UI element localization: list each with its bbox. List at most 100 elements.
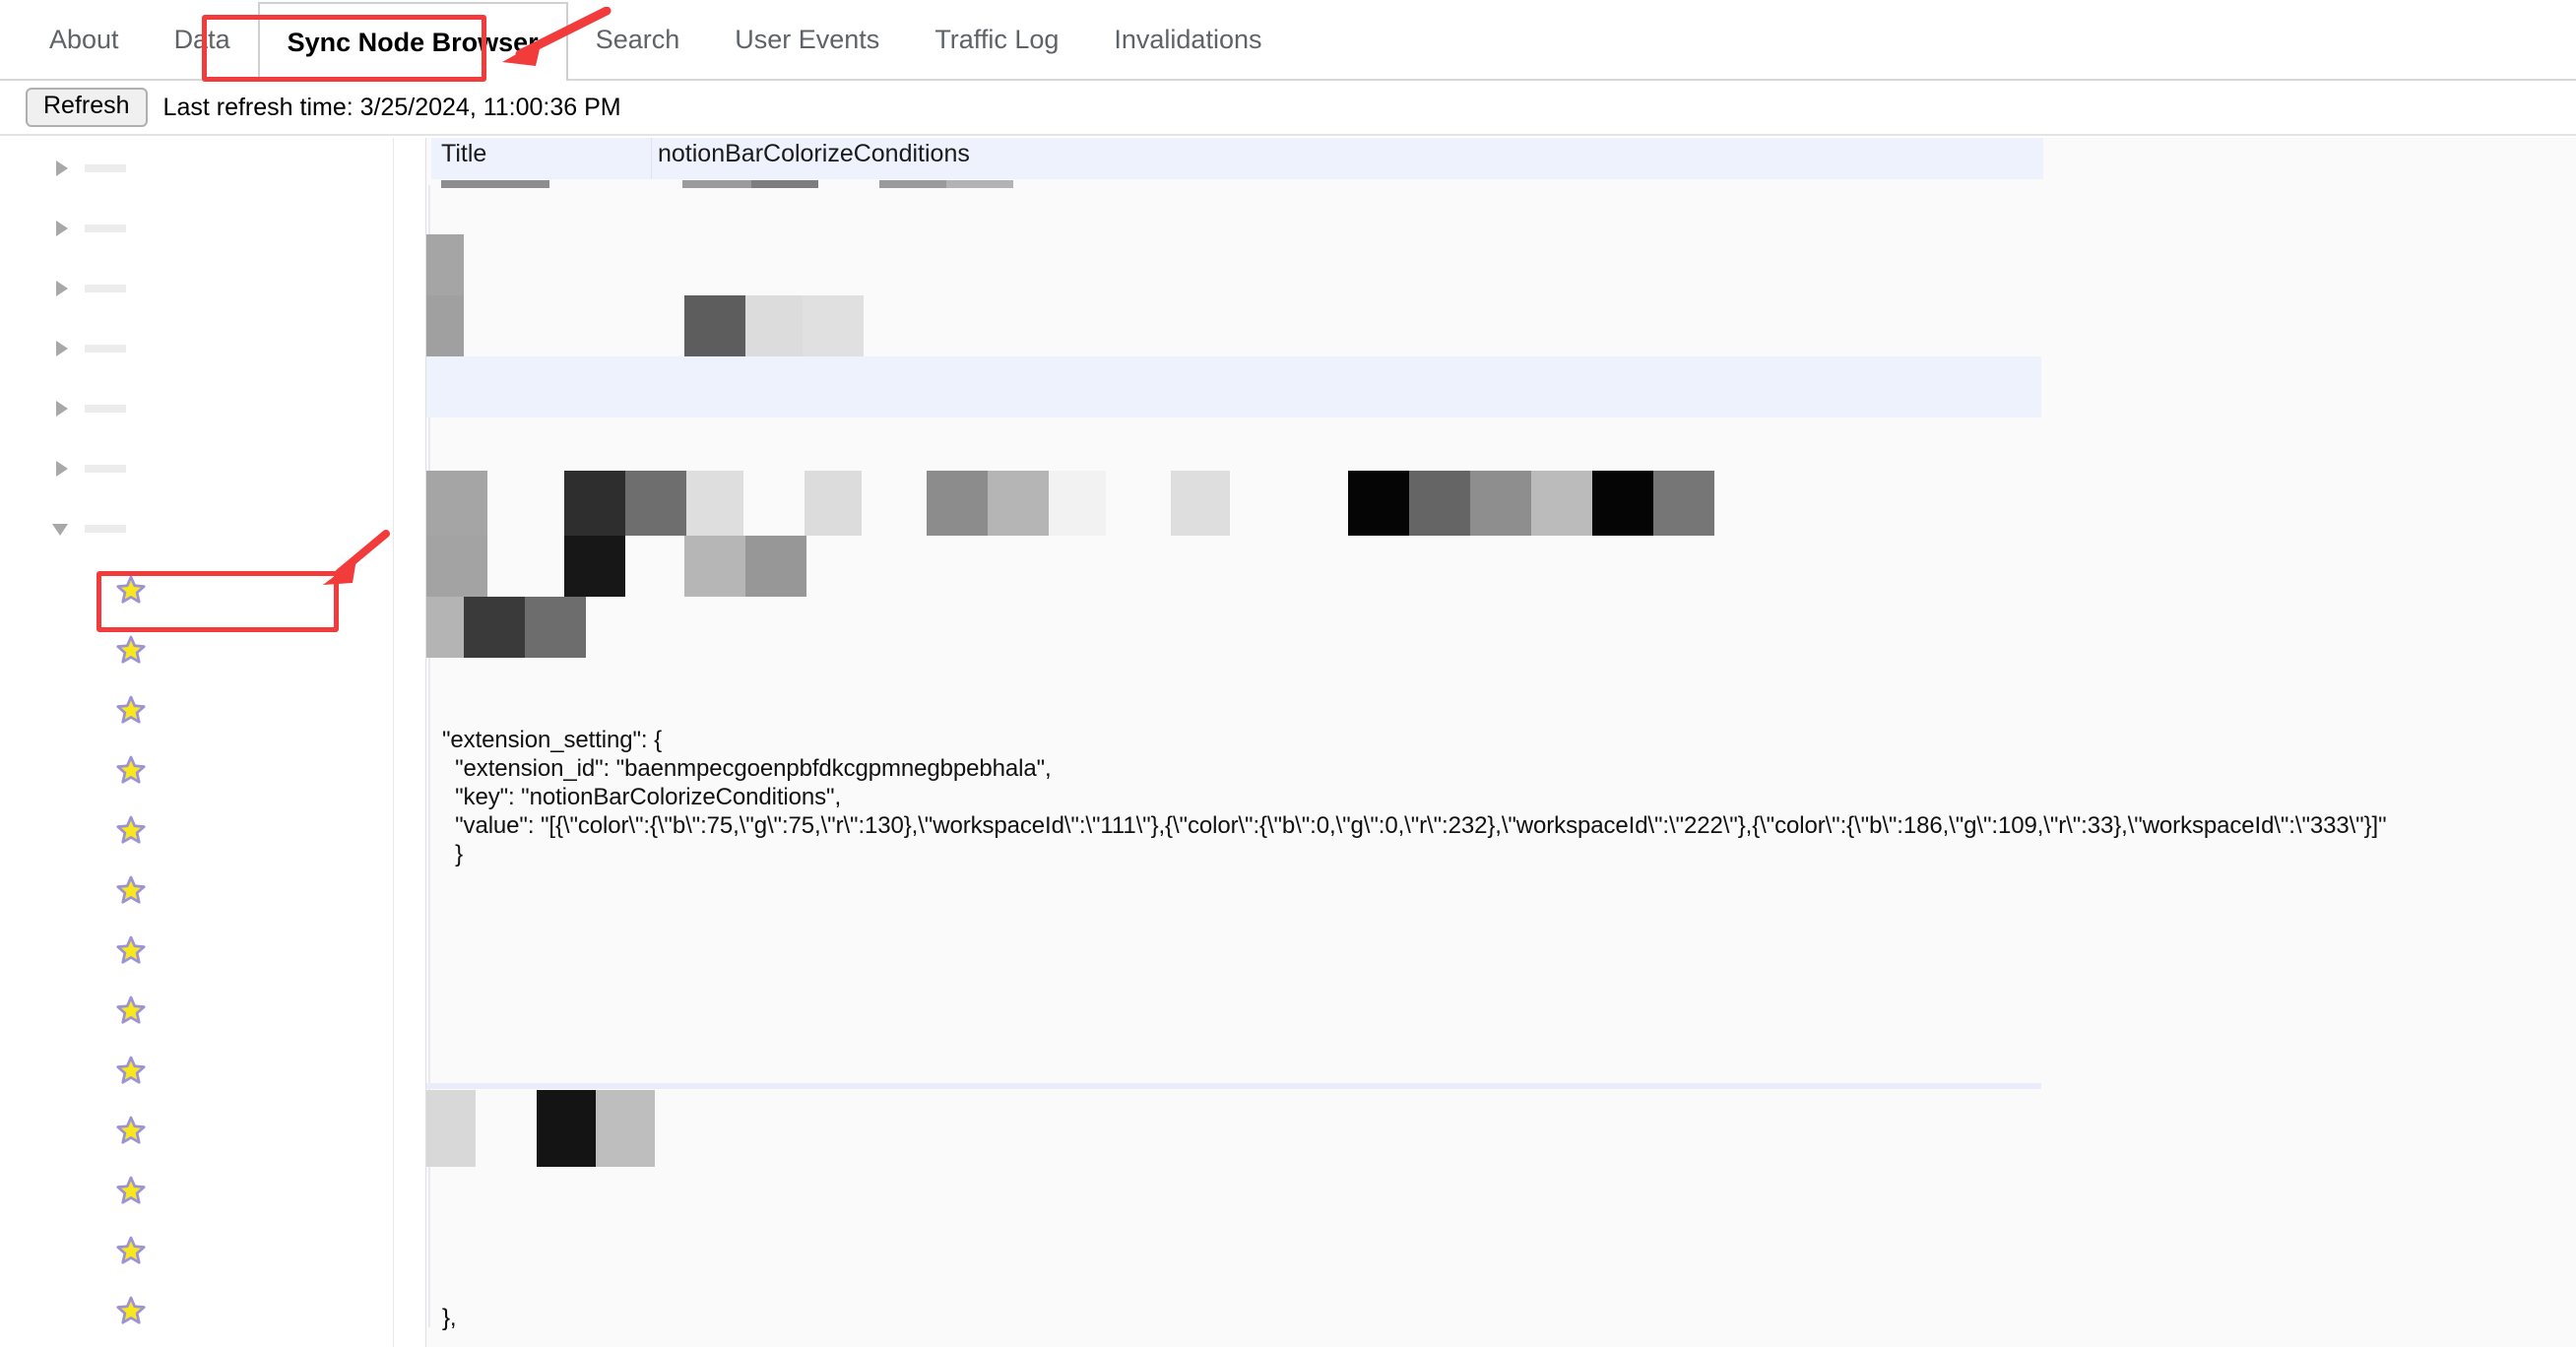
tree-leaf-groups[interactable] (0, 859, 393, 919)
tree-leaf-discardaftersuspend[interactable] (0, 738, 393, 799)
main-split: Title notionBarColorizeConditions "exten… (0, 138, 2576, 1347)
row-band (426, 1083, 2041, 1089)
star-icon (116, 935, 146, 965)
tree-leaf-gsnonag[interactable] (0, 1279, 393, 1339)
redacted-block (1531, 471, 1592, 536)
redacted-block (1171, 471, 1230, 536)
tab-sync-node-browser[interactable]: Sync Node Browser (257, 2, 568, 81)
redacted-block (745, 536, 806, 597)
tree-leaf-batterycheck[interactable] (0, 558, 393, 618)
tree-node-app-settings[interactable] (0, 138, 393, 198)
star-icon (116, 695, 146, 725)
tree-indent-guide (85, 284, 126, 292)
chevron-right-icon[interactable] (51, 158, 73, 179)
tree-node-apps[interactable] (0, 198, 393, 258)
redacted-block (1470, 471, 1531, 536)
tree-leaf-gsdontsuspendpinne[interactable] (0, 1159, 393, 1219)
star-icon (116, 1296, 146, 1325)
tree-leaf-gstheme[interactable] (0, 1339, 393, 1347)
tab-user-events[interactable]: User Events (707, 0, 907, 80)
redacted-block (1653, 471, 1714, 536)
star-icon (116, 1236, 146, 1265)
json-line: "key": "notionBarColorizeConditions", (442, 784, 842, 810)
star-icon (116, 1176, 146, 1205)
tree-leaf-gsdontsuspendaudio[interactable] (0, 1039, 393, 1099)
redacted-block (525, 597, 586, 658)
star-icon (116, 875, 146, 905)
redacted-block (684, 536, 745, 597)
json-line: "value": "[{\"color\":{\"b\":75,\"g\":75… (442, 812, 2387, 839)
tree-leaf-gsaddcontextmenu[interactable] (0, 919, 393, 979)
json-line: } (442, 1305, 450, 1331)
redacted-block (426, 1090, 476, 1167)
tree-node-bookmarks[interactable] (0, 378, 393, 438)
tab-about[interactable]: About (22, 0, 147, 80)
tree-leaf-gsdontsuspendactiv[interactable] (0, 979, 393, 1039)
tab-data[interactable]: Data (147, 0, 258, 80)
redacted-block (464, 597, 525, 658)
tree-leaf-gsdontsuspendform[interactable] (0, 1099, 393, 1159)
tree-leaf-conditions[interactable] (0, 678, 393, 738)
redacted-block (537, 1090, 596, 1167)
tree-leaf-claimbydefault[interactable] (0, 618, 393, 678)
tree-node-autofill-profiles[interactable] (0, 318, 393, 378)
tab-bar: About Data Sync Node Browser Search User Eve… (0, 0, 2576, 81)
tree-node-device-info[interactable] (0, 438, 393, 498)
redacted-block (805, 471, 862, 536)
tree-indent-guide (85, 464, 126, 473)
column-divider (651, 138, 652, 179)
redacted-block (684, 295, 745, 356)
tree-indent-guide (85, 344, 126, 353)
node-detail-pane: Title notionBarColorizeConditions "exten… (425, 138, 2576, 1347)
column-sort-indicator (751, 180, 818, 188)
redacted-block (564, 471, 625, 536)
redacted-block (988, 471, 1049, 536)
redacted-block (426, 597, 464, 658)
star-icon (116, 995, 146, 1025)
star-icon (116, 755, 146, 785)
tree-node-autofill[interactable] (0, 258, 393, 318)
redacted-block (426, 295, 464, 356)
star-icon (116, 635, 146, 665)
tree-leaf-gsignorecache[interactable] (0, 1219, 393, 1279)
redacted-block (625, 471, 686, 536)
tab-traffic-log[interactable]: Traffic Log (907, 0, 1086, 80)
tree-indent-guide (85, 224, 126, 232)
chevron-right-icon[interactable] (51, 458, 73, 480)
chevron-down-icon[interactable] (51, 518, 73, 540)
chevron-right-icon[interactable] (51, 338, 73, 359)
tree-leaf-discardinplaceofsus[interactable] (0, 799, 393, 859)
column-sort-indicator (946, 180, 1013, 188)
redacted-block (564, 536, 625, 597)
star-icon (116, 575, 146, 605)
redacted-block (426, 234, 464, 295)
column-header-key[interactable]: notionBarColorizeConditions (658, 140, 970, 168)
redacted-block (927, 471, 988, 536)
star-icon (116, 815, 146, 845)
column-header-title[interactable]: Title (441, 140, 486, 168)
redacted-block (745, 295, 803, 356)
json-line: "extension_setting": { (442, 727, 662, 753)
json-line: "extension_id": "baenmpecgoenpbfdkcgpmne… (442, 755, 1052, 782)
redacted-block (1049, 471, 1106, 536)
star-icon (116, 1116, 146, 1145)
row-band (426, 356, 2041, 417)
tab-search[interactable]: Search (568, 0, 708, 80)
redacted-block (686, 471, 743, 536)
redacted-block (596, 1090, 655, 1167)
chevron-right-icon[interactable] (51, 218, 73, 239)
node-tree (0, 138, 393, 1347)
chevron-right-icon[interactable] (51, 398, 73, 419)
column-sort-indicator (682, 180, 751, 188)
toolbar: Refresh Last refresh time: 3/25/2024, 11… (0, 81, 2576, 136)
sidebar-scrollbar-track[interactable] (396, 138, 813, 1347)
chevron-right-icon[interactable] (51, 278, 73, 299)
refresh-button[interactable]: Refresh (26, 88, 148, 127)
tab-invalidations[interactable]: Invalidations (1086, 0, 1289, 80)
last-refresh-time: Last refresh time: 3/25/2024, 11:00:36 P… (162, 93, 621, 121)
sync-node-tree-sidebar[interactable] (0, 138, 394, 1347)
tree-node-extension-settings[interactable] (0, 498, 393, 558)
json-line: } (442, 841, 464, 867)
tree-indent-guide (85, 163, 126, 172)
detail-column-header-row: Title notionBarColorizeConditions (431, 138, 2043, 179)
